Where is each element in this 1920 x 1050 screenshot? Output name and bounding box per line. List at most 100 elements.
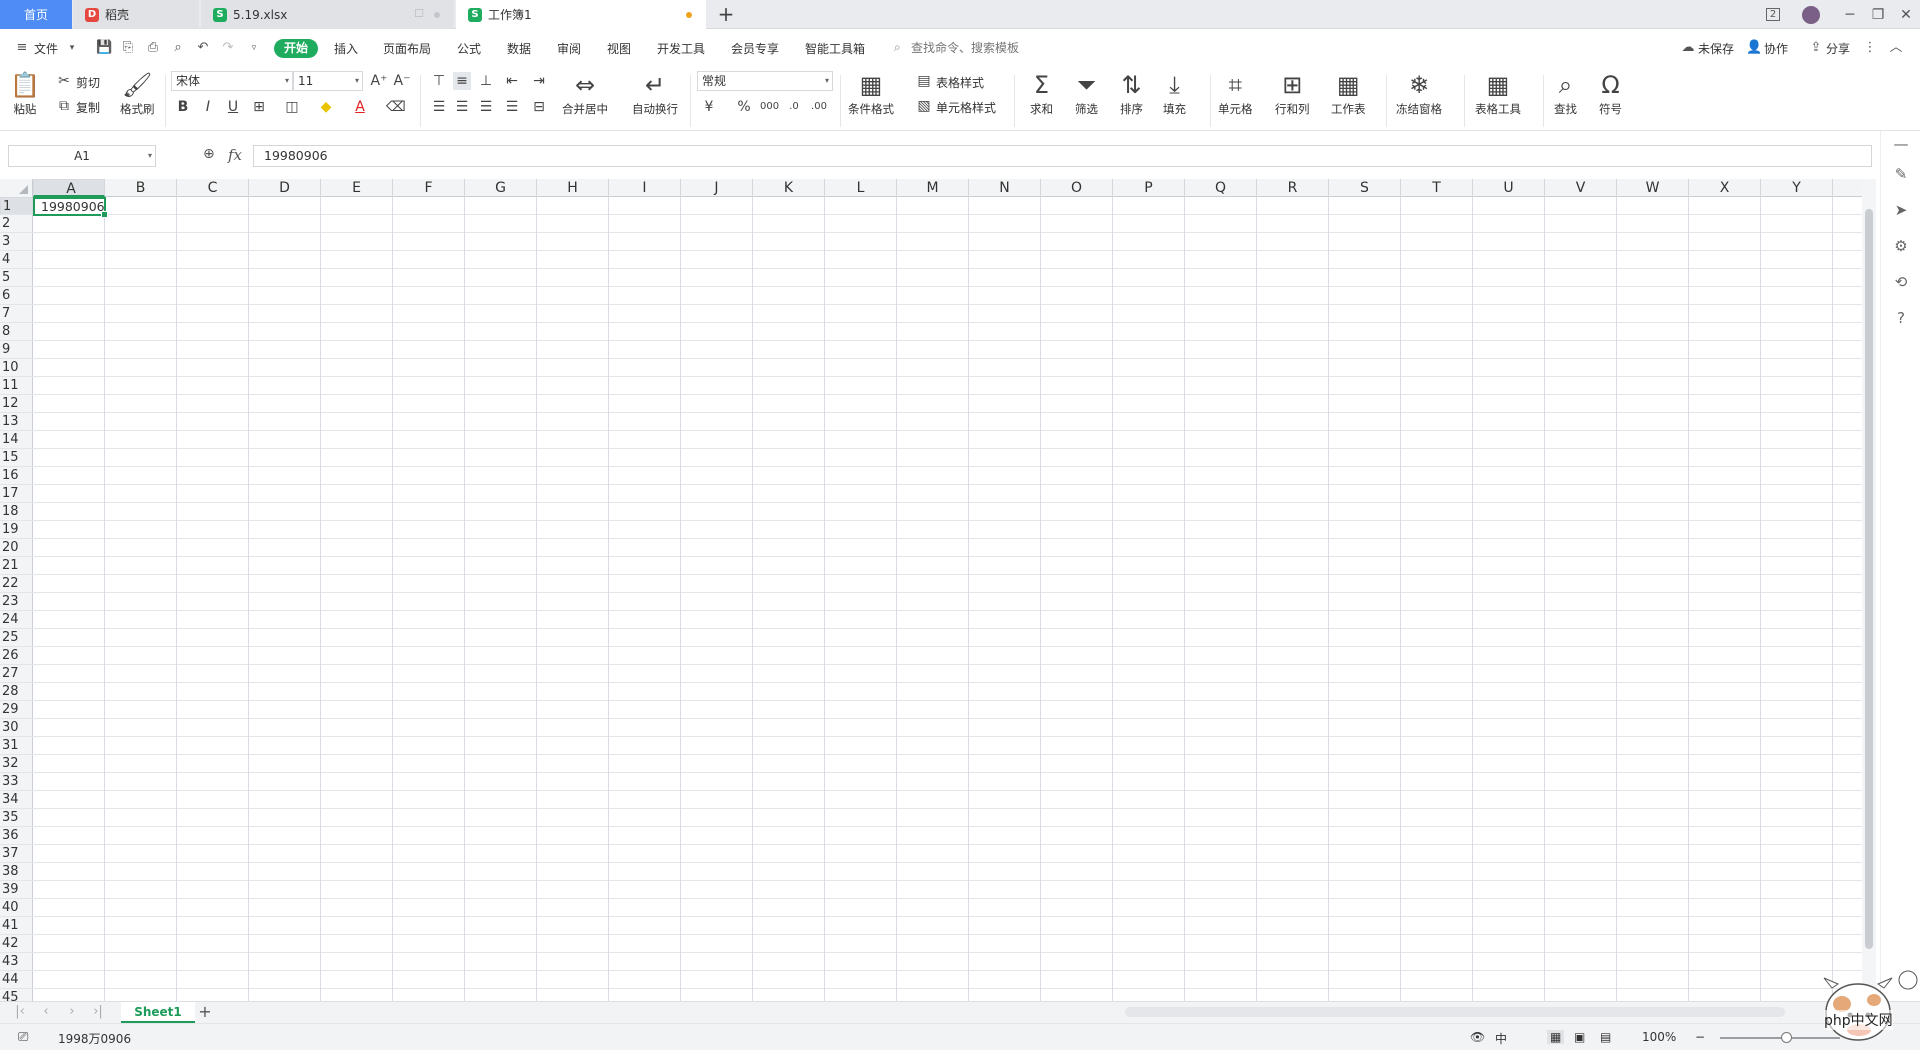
column-header-m[interactable]: M (897, 179, 969, 197)
column-header-a[interactable]: A (33, 179, 105, 197)
menu-tab-insert[interactable]: 插入 (334, 40, 358, 57)
font-family-select[interactable]: 宋体 ▾ (171, 71, 293, 91)
fill-button[interactable]: ⤓ 填充 (1163, 71, 1186, 117)
row-header-42[interactable]: 42 (0, 935, 33, 953)
tab-home[interactable]: 首页 (0, 0, 72, 29)
row-header-6[interactable]: 6 (0, 287, 33, 305)
tab-file-5-19[interactable]: S 5.19.xlsx ☐ (201, 0, 454, 29)
prev-sheet-icon[interactable]: ‹ (38, 1004, 54, 1020)
percent-icon[interactable]: % (735, 98, 753, 116)
column-header-y[interactable]: Y (1761, 179, 1833, 197)
row-header-4[interactable]: 4 (0, 251, 33, 269)
align-middle-icon[interactable]: ≡ (453, 72, 471, 90)
column-header-e[interactable]: E (321, 179, 393, 197)
column-header-r[interactable]: R (1257, 179, 1329, 197)
cell-area[interactable] (33, 197, 1862, 1001)
cut-button[interactable]: 剪切 (76, 74, 100, 91)
column-header-u[interactable]: U (1473, 179, 1545, 197)
menu-tab-developer[interactable]: 开发工具 (657, 40, 705, 57)
print-preview-icon[interactable]: ⌕ (170, 40, 186, 56)
column-header-o[interactable]: O (1041, 179, 1113, 197)
menu-tab-formula[interactable]: 公式 (457, 40, 481, 57)
column-header-x[interactable]: X (1689, 179, 1761, 197)
decrease-decimal-icon[interactable]: .00 (810, 98, 828, 116)
hamburger-icon[interactable]: ≡ (14, 40, 30, 56)
font-size-select[interactable]: 11 ▾ (293, 71, 363, 91)
align-top-icon[interactable]: ⊤ (430, 72, 448, 90)
next-sheet-icon[interactable]: › (64, 1004, 80, 1020)
copy-button[interactable]: 复制 (76, 99, 100, 116)
collapse-panel-icon[interactable]: — (1892, 135, 1910, 153)
customize-chevron-icon[interactable]: ▿ (246, 40, 262, 56)
fill-color-icon[interactable]: ◆ (317, 98, 335, 116)
command-search-input[interactable] (893, 37, 1073, 59)
align-bottom-icon[interactable]: ⊥ (477, 72, 495, 90)
row-header-35[interactable]: 35 (0, 809, 33, 827)
column-header-k[interactable]: K (753, 179, 825, 197)
sort-button[interactable]: ⇅ 排序 (1120, 71, 1143, 117)
backup-icon[interactable]: ⟲ (1892, 273, 1910, 291)
row-header-7[interactable]: 7 (0, 305, 33, 323)
border-icon[interactable]: ⊞ (250, 98, 268, 116)
last-sheet-icon[interactable]: ›| (90, 1004, 106, 1020)
menu-tab-start[interactable]: 开始 (274, 39, 318, 58)
row-header-34[interactable]: 34 (0, 791, 33, 809)
cell-a1[interactable]: 19980906 (33, 197, 108, 218)
horizontal-scrollbar[interactable] (1125, 1007, 1785, 1017)
find-button[interactable]: ⌕ 查找 (1554, 71, 1577, 117)
column-header-h[interactable]: H (537, 179, 609, 197)
add-sheet-button[interactable]: + (196, 1003, 214, 1021)
save-icon[interactable]: 💾 (96, 40, 112, 56)
merge-center-button[interactable]: ⇔ 合并居中 (562, 71, 608, 117)
chevron-down-icon[interactable]: ▾ (148, 146, 152, 166)
file-menu[interactable]: 文件 (34, 40, 58, 57)
align-left-icon[interactable]: ☰ (430, 98, 448, 116)
row-header-36[interactable]: 36 (0, 827, 33, 845)
row-header-37[interactable]: 37 (0, 845, 33, 863)
column-header-i[interactable]: I (609, 179, 681, 197)
filter-button[interactable]: ⏷ 筛选 (1075, 71, 1098, 117)
row-header-24[interactable]: 24 (0, 611, 33, 629)
menu-tab-view[interactable]: 视图 (607, 40, 631, 57)
unsaved-status[interactable]: 未保存 (1698, 40, 1734, 57)
row-header-1[interactable]: 1 (0, 197, 33, 215)
column-header-n[interactable]: N (969, 179, 1041, 197)
align-center-icon[interactable]: ☰ (453, 98, 471, 116)
bold-icon[interactable]: B (174, 98, 192, 116)
row-header-14[interactable]: 14 (0, 431, 33, 449)
row-header-29[interactable]: 29 (0, 701, 33, 719)
close-dot-icon[interactable] (434, 12, 440, 18)
row-header-44[interactable]: 44 (0, 971, 33, 989)
row-header-32[interactable]: 32 (0, 755, 33, 773)
conditional-format-button[interactable]: ▦ 条件格式 (848, 71, 894, 117)
select-all-corner[interactable] (0, 179, 33, 197)
menu-tab-data[interactable]: 数据 (507, 40, 531, 57)
row-header-23[interactable]: 23 (0, 593, 33, 611)
row-header-19[interactable]: 19 (0, 521, 33, 539)
row-header-17[interactable]: 17 (0, 485, 33, 503)
eye-protect-icon[interactable]: 👁 (1470, 1030, 1485, 1044)
input-mode-indicator[interactable]: 中 (1495, 1030, 1507, 1047)
decrease-indent-icon[interactable]: ⇤ (503, 72, 521, 90)
row-col-button[interactable]: ⊞ 行和列 (1275, 71, 1310, 117)
row-header-2[interactable]: 2 (0, 215, 33, 233)
sheet-tab-sheet1[interactable]: Sheet1 (121, 1002, 195, 1023)
row-header-33[interactable]: 33 (0, 773, 33, 791)
chevron-down-icon[interactable]: ▾ (64, 40, 80, 56)
collapse-ribbon-icon[interactable]: ︿ (1888, 40, 1904, 56)
row-header-16[interactable]: 16 (0, 467, 33, 485)
column-header-f[interactable]: F (393, 179, 465, 197)
row-header-22[interactable]: 22 (0, 575, 33, 593)
row-header-8[interactable]: 8 (0, 323, 33, 341)
style-icon[interactable]: ✎ (1892, 165, 1910, 183)
increase-indent-icon[interactable]: ⇥ (530, 72, 548, 90)
row-header-41[interactable]: 41 (0, 917, 33, 935)
row-header-28[interactable]: 28 (0, 683, 33, 701)
decrease-font-icon[interactable]: A⁻ (393, 72, 411, 90)
menu-tab-page-layout[interactable]: 页面布局 (383, 40, 431, 57)
first-sheet-icon[interactable]: |‹ (12, 1004, 28, 1020)
worksheet-button[interactable]: ▦ 工作表 (1331, 71, 1366, 117)
table-style-button[interactable]: 表格样式 (936, 74, 984, 91)
row-header-5[interactable]: 5 (0, 269, 33, 287)
formula-input[interactable]: 19980906 (253, 145, 1872, 167)
